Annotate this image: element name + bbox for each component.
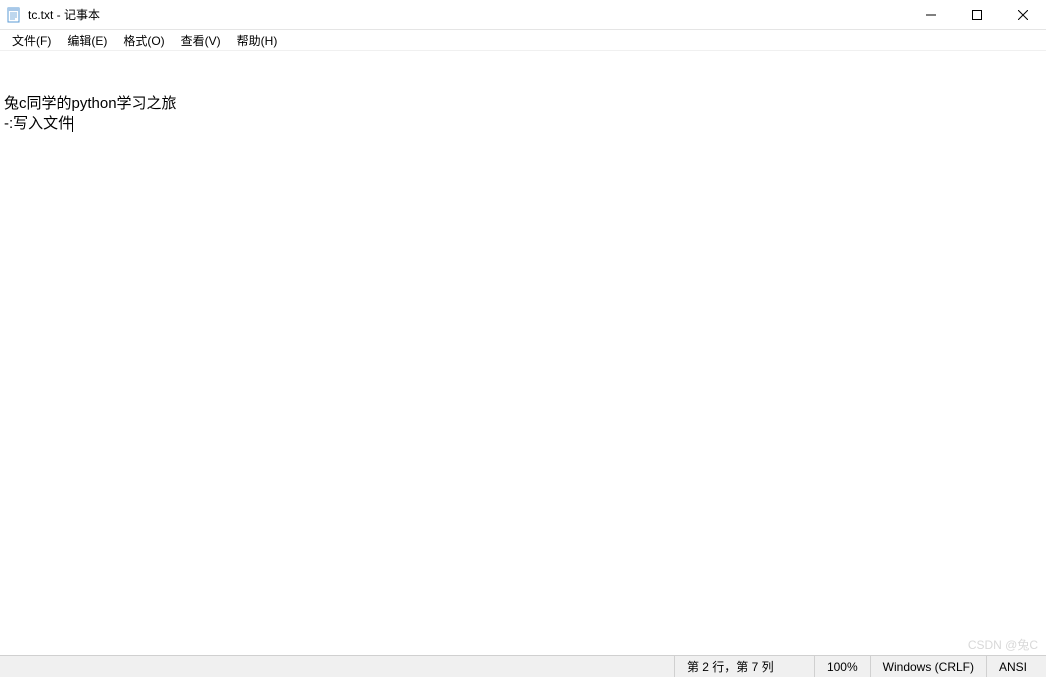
titlebar-left: tc.txt - 记事本 — [0, 6, 100, 23]
maximize-button[interactable] — [954, 0, 1000, 29]
status-line-ending: Windows (CRLF) — [870, 656, 986, 677]
status-position: 第 2 行，第 7 列 — [674, 656, 814, 677]
status-encoding: ANSI — [986, 656, 1046, 677]
text-editor[interactable]: 兔c同学的python学习之旅 -:写入文件 — [0, 51, 1046, 655]
menu-edit[interactable]: 编辑(E) — [59, 30, 115, 51]
menu-help[interactable]: 帮助(H) — [229, 30, 286, 51]
menu-view[interactable]: 查看(V) — [173, 30, 229, 51]
window-controls — [908, 0, 1046, 29]
status-zoom: 100% — [814, 656, 870, 677]
window-title: tc.txt - 记事本 — [28, 6, 100, 23]
line-2: -:写入文件 — [4, 115, 73, 132]
titlebar: tc.txt - 记事本 — [0, 0, 1046, 30]
line-1: 兔c同学的python学习之旅 — [4, 95, 177, 112]
text-content: 兔c同学的python学习之旅 -:写入文件 — [4, 94, 1042, 135]
notepad-icon — [6, 7, 22, 23]
menubar: 文件(F) 编辑(E) 格式(O) 查看(V) 帮助(H) — [0, 30, 1046, 51]
close-button[interactable] — [1000, 0, 1046, 29]
text-cursor — [72, 116, 73, 132]
menu-file[interactable]: 文件(F) — [4, 30, 59, 51]
minimize-button[interactable] — [908, 0, 954, 29]
menu-format[interactable]: 格式(O) — [115, 30, 172, 51]
statusbar: 第 2 行，第 7 列 100% Windows (CRLF) ANSI — [0, 655, 1046, 677]
